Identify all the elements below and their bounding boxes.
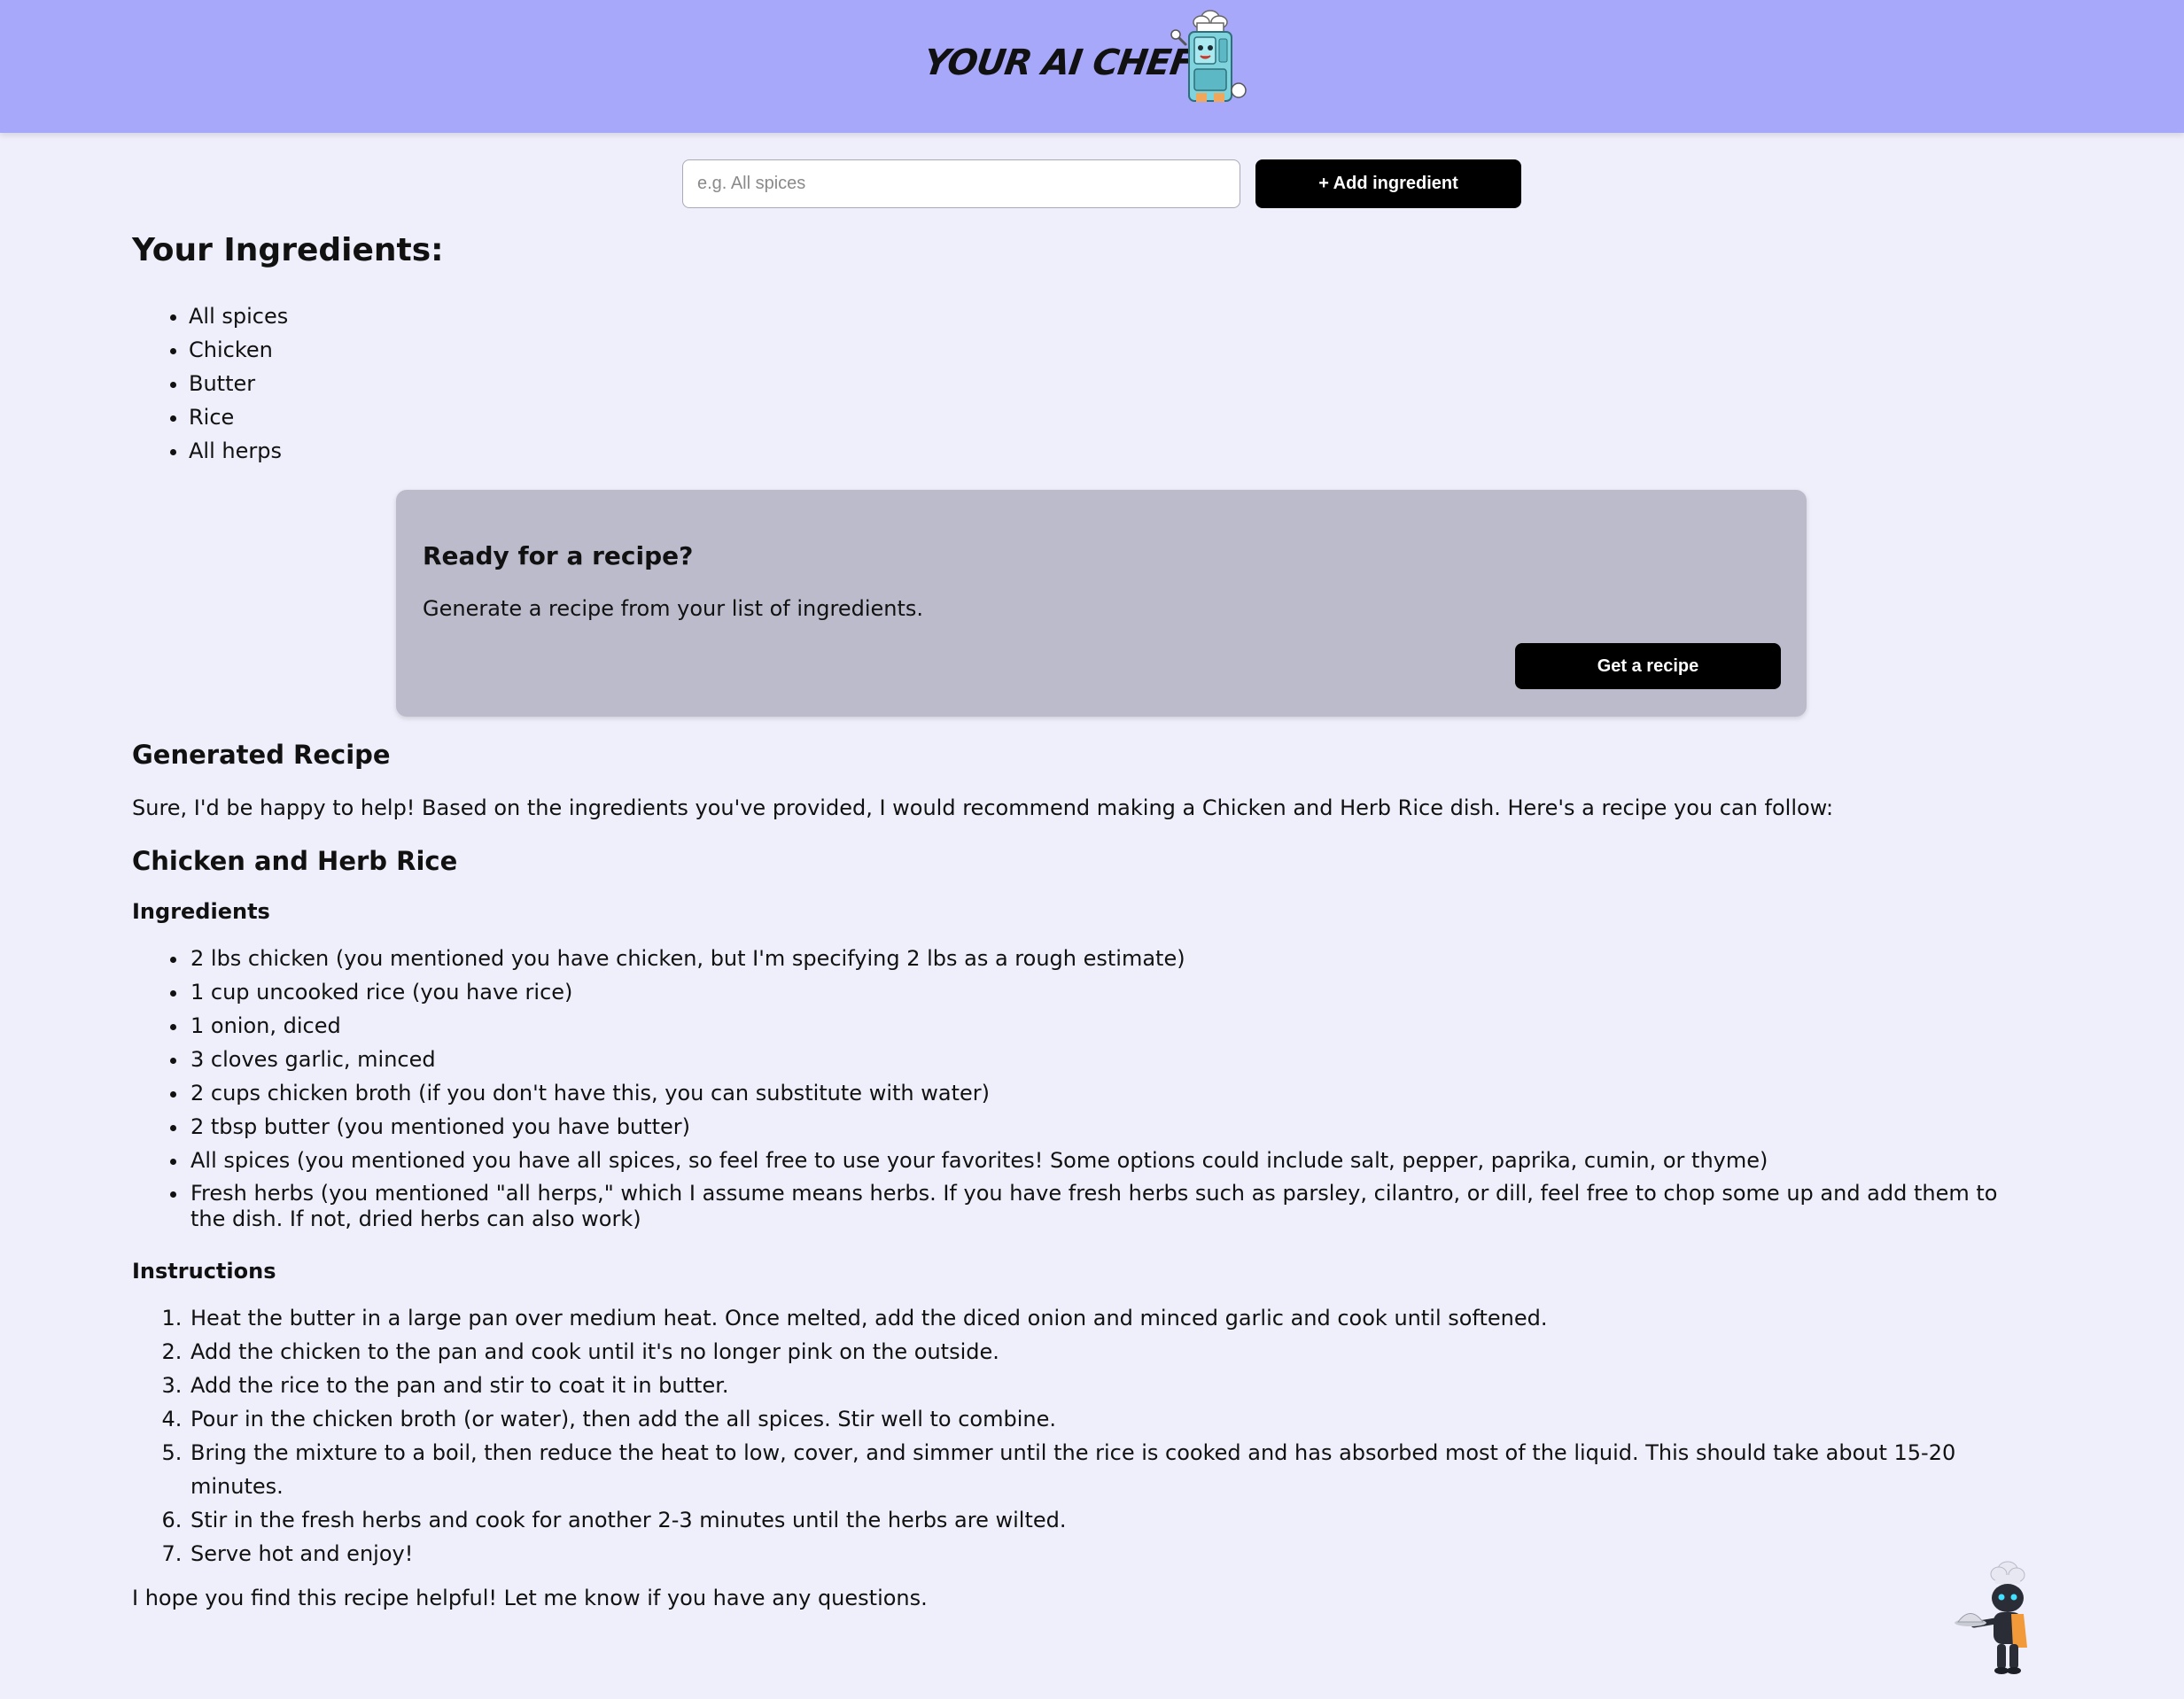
ingredient-item: All herps [189, 434, 288, 468]
ingredient-item: All spices [189, 299, 288, 333]
ingredients-title: Your Ingredients: [132, 232, 444, 268]
recipe-ingredient-item: 2 cups chicken broth (if you don't have … [189, 1076, 2037, 1110]
recipe-prompt-title: Ready for a recipe? [423, 541, 694, 570]
recipe-prompt-text: Generate a recipe from your list of ingr… [423, 596, 924, 621]
generated-recipe: Generated Recipe Sure, I'd be happy to h… [132, 740, 2037, 1611]
recipe-ingredient-item: 1 onion, diced [189, 1009, 2037, 1043]
recipe-outro: I hope you find this recipe helpful! Let… [132, 1586, 928, 1610]
recipe-ingredients-list: 2 lbs chicken (you mentioned you have ch… [132, 942, 2037, 1236]
brand-title: YOUR AI CHEF [921, 43, 1197, 83]
instruction-step: Bring the mixture to a boil, then reduce… [189, 1436, 2037, 1503]
instructions-list: Heat the butter in a large pan over medi… [132, 1301, 2037, 1571]
recipe-ingredient-item: Fresh herbs (you mentioned "all herps," … [189, 1177, 2037, 1236]
ingredient-item: Rice [189, 400, 288, 434]
robot-waiter-icon [1955, 1561, 2027, 1674]
app-header: YOUR AI CHEF [0, 0, 2184, 133]
chef-robot-logo-icon [1170, 10, 1247, 102]
instruction-step: Stir in the fresh herbs and cook for ano… [189, 1503, 2037, 1537]
ingredient-item: Butter [189, 367, 288, 400]
generated-recipe-heading: Generated Recipe [132, 740, 391, 770]
instruction-step: Serve hot and enjoy! [189, 1537, 2037, 1571]
recipe-ingredient-item: 3 cloves garlic, minced [189, 1043, 2037, 1076]
dish-title: Chicken and Herb Rice [132, 846, 458, 876]
ingredient-item: Chicken [189, 333, 288, 367]
instructions-heading: Instructions [132, 1259, 276, 1284]
add-ingredient-button[interactable]: + Add ingredient [1255, 159, 1521, 208]
ingredients-list: All spices Chicken Butter Rice All herps [132, 299, 288, 468]
instruction-step: Pour in the chicken broth (or water), th… [189, 1402, 2037, 1436]
recipe-ingredient-item: 1 cup uncooked rice (you have rice) [189, 975, 2037, 1009]
recipe-ingredient-item: 2 lbs chicken (you mentioned you have ch… [189, 942, 2037, 975]
instruction-step: Add the chicken to the pan and cook unti… [189, 1335, 2037, 1369]
recipe-intro: Sure, I'd be happy to help! Based on the… [132, 795, 1834, 820]
recipe-ingredients-heading: Ingredients [132, 899, 270, 924]
recipe-ingredient-item: 2 tbsp butter (you mentioned you have bu… [189, 1110, 2037, 1144]
ingredient-input[interactable] [682, 159, 1240, 208]
get-recipe-button[interactable]: Get a recipe [1515, 643, 1781, 689]
instruction-step: Add the rice to the pan and stir to coat… [189, 1369, 2037, 1402]
instruction-step: Heat the butter in a large pan over medi… [189, 1301, 2037, 1335]
recipe-ingredient-item: All spices (you mentioned you have all s… [189, 1144, 2037, 1177]
recipe-prompt-card: Ready for a recipe? Generate a recipe fr… [396, 490, 1807, 717]
